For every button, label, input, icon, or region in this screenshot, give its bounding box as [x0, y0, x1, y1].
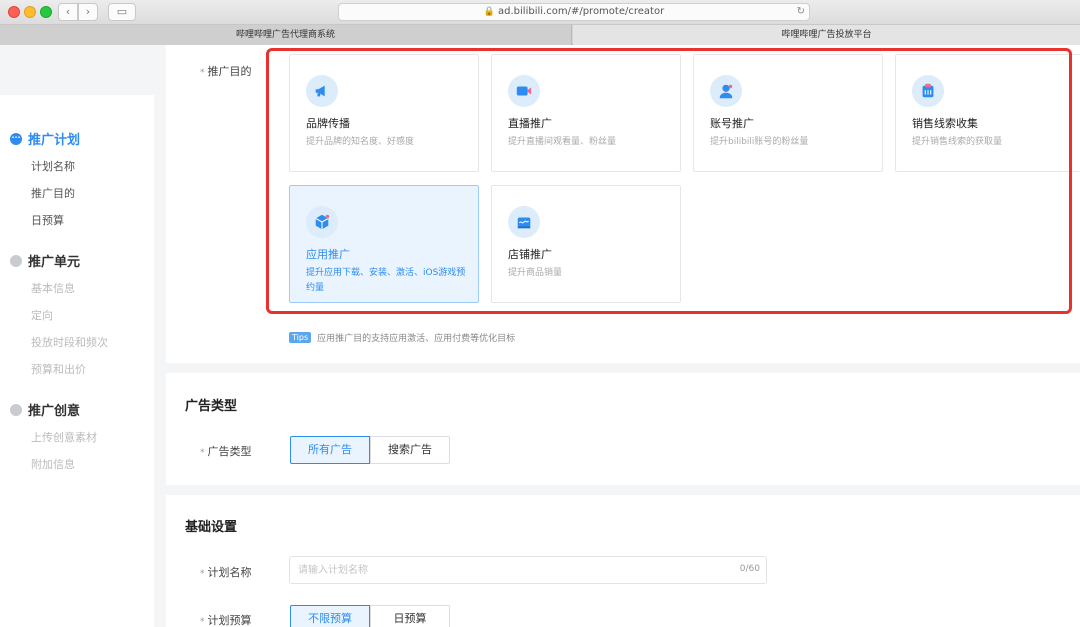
- sidebar-item-basic-info[interactable]: 基本信息: [31, 280, 75, 296]
- step-active-icon: ···: [10, 132, 22, 145]
- step-pending-icon: [10, 254, 22, 267]
- card-desc: 提升直播间观看量、粉丝量: [508, 137, 617, 147]
- ad-type-label: * 广告类型: [200, 445, 252, 458]
- minimize-window-button[interactable]: [24, 6, 36, 18]
- purpose-card-live[interactable]: 直播推广 提升直播间观看量、粉丝量: [491, 54, 681, 172]
- card-title: 直播推广: [508, 117, 552, 130]
- budget-unlimited-button[interactable]: 不限预算: [290, 605, 370, 627]
- card-desc: 提升应用下载、安装、激活、iOS游戏预约量: [306, 268, 466, 293]
- shop-icon: [508, 206, 540, 238]
- video-icon: [508, 75, 540, 107]
- sidebar-item-upload-creative[interactable]: 上传创意素材: [31, 429, 97, 445]
- sidebar-toggle-icon[interactable]: ▭: [108, 3, 136, 21]
- lock-icon: 🔒: [483, 7, 496, 17]
- sidebar-item-daily-budget[interactable]: 日预算: [31, 212, 64, 228]
- tips-badge: Tips: [289, 332, 312, 343]
- zoom-window-button[interactable]: [40, 6, 52, 18]
- card-desc: 提升销售线索的获取量: [912, 137, 1003, 147]
- app-cube-icon: [306, 206, 338, 238]
- card-desc: 提升品牌的知名度、好感度: [306, 137, 415, 147]
- user-icon: [710, 75, 742, 107]
- reload-icon[interactable]: ↻: [797, 4, 805, 20]
- sidebar-item-schedule[interactable]: 投放时段和频次: [31, 334, 108, 350]
- card-title: 应用推广: [306, 248, 350, 261]
- tip-text: 应用推广目的支持应用激活、应用付费等优化目标: [317, 334, 516, 344]
- tab-ad-platform[interactable]: 哔哩哔哩广告投放平台: [573, 25, 1080, 45]
- step-creative[interactable]: 推广创意: [10, 400, 80, 419]
- char-counter: 0/60: [739, 564, 760, 574]
- card-desc: 提升bilibili账号的粉丝量: [710, 137, 809, 147]
- purpose-label: * 推广目的: [200, 65, 252, 78]
- plan-name-input[interactable]: [290, 557, 710, 583]
- sidebar-item-plan-name[interactable]: 计划名称: [31, 158, 75, 174]
- megaphone-icon: [306, 75, 338, 107]
- purpose-card-leads[interactable]: 销售线索收集 提升销售线索的获取量: [895, 54, 1080, 172]
- plan-name-label: * 计划名称: [200, 566, 252, 579]
- tab-agent-system[interactable]: 哔哩哔哩广告代理商系统: [0, 25, 572, 45]
- plan-name-field-wrapper: 0/60: [289, 556, 767, 584]
- card-desc: 提升商品销量: [508, 268, 563, 278]
- step-pending-icon: [10, 403, 22, 416]
- sidebar-item-bid[interactable]: 预算和出价: [31, 361, 86, 377]
- ad-type-panel: [166, 373, 1080, 485]
- card-title: 销售线索收集: [912, 117, 978, 130]
- sidebar-item-extra-info[interactable]: 附加信息: [31, 456, 75, 472]
- clipboard-icon: [912, 75, 944, 107]
- forward-icon[interactable]: ›: [78, 3, 98, 21]
- sidebar-item-targeting[interactable]: 定向: [31, 307, 53, 323]
- card-title: 店铺推广: [508, 248, 552, 261]
- purpose-tip: Tips 应用推广目的支持应用激活、应用付费等优化目标: [289, 331, 515, 344]
- card-title: 账号推广: [710, 117, 754, 130]
- sidebar-item-purpose[interactable]: 推广目的: [31, 185, 75, 201]
- basic-section-title: 基础设置: [185, 520, 238, 535]
- step-unit[interactable]: 推广单元: [10, 251, 80, 270]
- ad-type-all-button[interactable]: 所有广告: [290, 436, 370, 464]
- tab-bar: 哔哩哔哩广告代理商系统 哔哩哔哩广告投放平台: [0, 25, 1080, 45]
- plan-budget-label: * 计划预算: [200, 614, 252, 627]
- budget-daily-button[interactable]: 日预算: [370, 605, 450, 627]
- url-text: ad.bilibili.com/#/promote/creator: [498, 6, 665, 17]
- purpose-card-brand[interactable]: 品牌传播 提升品牌的知名度、好感度: [289, 54, 479, 172]
- close-window-button[interactable]: [8, 6, 20, 18]
- purpose-card-account[interactable]: 账号推广 提升bilibili账号的粉丝量: [693, 54, 883, 172]
- card-title: 品牌传播: [306, 117, 350, 130]
- purpose-card-app[interactable]: 应用推广 提升应用下载、安装、激活、iOS游戏预约量: [289, 185, 479, 303]
- ad-type-section-title: 广告类型: [185, 399, 238, 414]
- browser-titlebar: ‹ › ▭ 🔒 ad.bilibili.com/#/promote/creator…: [0, 0, 1080, 25]
- back-icon[interactable]: ‹: [58, 3, 78, 21]
- purpose-card-shop[interactable]: 店铺推广 提升商品销量: [491, 185, 681, 303]
- address-bar[interactable]: 🔒 ad.bilibili.com/#/promote/creator ↻: [338, 3, 810, 21]
- step-plan[interactable]: ··· 推广计划: [10, 129, 80, 148]
- ad-type-search-button[interactable]: 搜索广告: [370, 436, 450, 464]
